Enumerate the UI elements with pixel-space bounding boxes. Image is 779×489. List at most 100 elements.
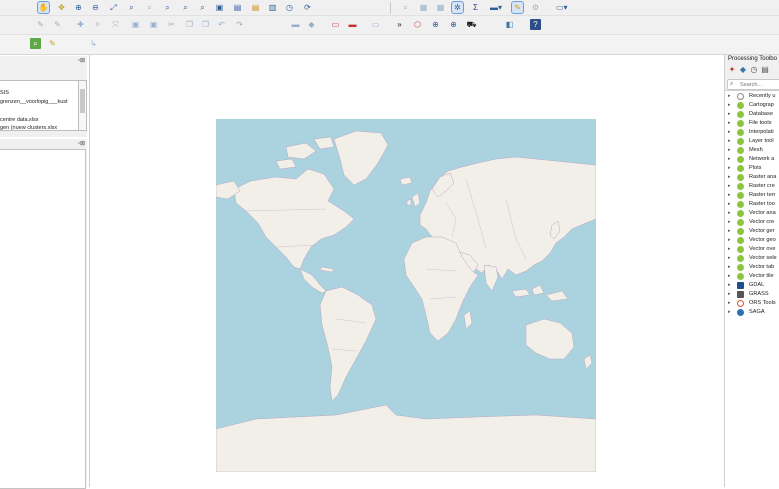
browser-file-list[interactable]: SIS grenzen__voorlopig___kust centre dat… bbox=[0, 80, 79, 131]
scrollbar-thumb[interactable] bbox=[80, 89, 85, 113]
world-basemap[interactable] bbox=[216, 119, 596, 472]
list-item[interactable]: grenzen__voorlopig___kust bbox=[0, 99, 68, 105]
label-change-icon[interactable]: ▬ bbox=[347, 19, 358, 30]
zoom-in-icon[interactable]: ⊕ bbox=[73, 2, 84, 13]
delete-selected-icon[interactable]: ▣ bbox=[130, 19, 141, 30]
add-feature-icon[interactable]: ✚ bbox=[75, 19, 86, 30]
expand-arrow-icon[interactable]: ▸ bbox=[728, 128, 731, 137]
layers-tree[interactable] bbox=[0, 149, 86, 489]
panel-float-close-icon[interactable]: ▫⊠ bbox=[78, 57, 85, 64]
processing-toolbox-gear-icon[interactable]: ✲ bbox=[451, 1, 464, 14]
scissors-icon[interactable]: ✂ bbox=[166, 19, 177, 30]
zoom-out-icon[interactable]: ⊖ bbox=[90, 2, 101, 13]
expand-arrow-icon[interactable]: ▸ bbox=[728, 200, 731, 209]
list-item[interactable]: SIS bbox=[0, 90, 9, 96]
temporal-controller-icon[interactable]: ◷ bbox=[284, 2, 295, 13]
move-feature-icon[interactable]: ⤧ bbox=[110, 19, 121, 30]
annotations-dropdown-icon[interactable]: ▭▾ bbox=[556, 2, 568, 13]
map-canvas[interactable] bbox=[89, 55, 725, 487]
expand-arrow-icon[interactable]: ▸ bbox=[728, 173, 731, 182]
expand-arrow-icon[interactable]: ▸ bbox=[728, 155, 731, 164]
open-attribute-table-icon[interactable]: ▦ bbox=[418, 2, 429, 13]
new-3d-view-icon[interactable]: ▤ bbox=[232, 2, 243, 13]
label-rotate-icon[interactable]: ▭ bbox=[370, 19, 381, 30]
bookmark-new-icon[interactable]: ▤ bbox=[250, 2, 261, 13]
pan-hand-icon[interactable]: ✋ bbox=[37, 1, 50, 14]
zoom-to-selection-icon[interactable]: ⌕ bbox=[126, 2, 137, 13]
zoom-last-icon[interactable]: ⌕ bbox=[180, 2, 191, 13]
results-viewer-icon[interactable]: ▤ bbox=[761, 66, 769, 74]
expand-arrow-icon[interactable]: ▸ bbox=[728, 263, 731, 272]
toolbar-overflow-icon[interactable]: » bbox=[394, 19, 405, 30]
browser-scrollbar[interactable] bbox=[78, 80, 87, 131]
copy-features-icon[interactable]: ❐ bbox=[184, 19, 195, 30]
save-edits-icon[interactable]: ✎ bbox=[52, 19, 63, 30]
expand-arrow-icon[interactable]: ▸ bbox=[728, 119, 731, 128]
label-pin-icon[interactable]: ◆ bbox=[306, 19, 317, 30]
expand-arrow-icon[interactable]: ▸ bbox=[728, 281, 731, 290]
zoom-next-icon[interactable]: ⌕ bbox=[197, 2, 208, 13]
zoom-native-icon[interactable]: ⌕ bbox=[162, 2, 173, 13]
cut-features-icon[interactable]: ▣ bbox=[148, 19, 159, 30]
vertex-tool-icon[interactable]: ✧ bbox=[92, 19, 103, 30]
pan-to-selection-icon[interactable]: ✥ bbox=[56, 2, 67, 13]
zoom-full-icon[interactable]: ⤢ bbox=[108, 2, 119, 13]
expand-arrow-icon[interactable]: ▸ bbox=[728, 191, 731, 200]
scripts-icon[interactable]: ◆ bbox=[739, 66, 747, 74]
plugin-brush-icon[interactable]: ✎ bbox=[47, 38, 58, 49]
toggle-editing-pencil-icon[interactable]: ✎ bbox=[35, 19, 46, 30]
search-input[interactable] bbox=[728, 80, 779, 89]
expand-arrow-icon[interactable]: ▸ bbox=[728, 110, 731, 119]
undo-icon[interactable]: ↶ bbox=[216, 19, 227, 30]
identify-icon[interactable]: ⌕ bbox=[400, 2, 411, 13]
history-clock-icon[interactable]: ◷ bbox=[750, 66, 758, 74]
search-globe-icon[interactable]: ⊕ bbox=[430, 19, 441, 30]
qgis-icon bbox=[737, 156, 744, 163]
statistics-sigma-icon[interactable]: Σ bbox=[470, 2, 481, 13]
expand-arrow-icon[interactable]: ▸ bbox=[728, 182, 731, 191]
models-icon[interactable]: ✦ bbox=[728, 66, 736, 74]
qgis-icon bbox=[737, 111, 744, 118]
expand-arrow-icon[interactable]: ▸ bbox=[728, 227, 731, 236]
search-globe-alt-icon[interactable]: ⊕ bbox=[448, 19, 459, 30]
expand-arrow-icon[interactable]: ▸ bbox=[728, 236, 731, 245]
expand-arrow-icon[interactable]: ▸ bbox=[728, 101, 731, 110]
expand-arrow-icon[interactable]: ▸ bbox=[728, 245, 731, 254]
label-highlight-icon[interactable]: ▭ bbox=[330, 19, 341, 30]
panel-float-close-icon[interactable]: ▫⊠ bbox=[78, 140, 85, 147]
expand-arrow-icon[interactable]: ▸ bbox=[728, 254, 731, 263]
expand-arrow-icon[interactable]: ▸ bbox=[728, 209, 731, 218]
expand-arrow-icon[interactable]: ▸ bbox=[728, 218, 731, 227]
python-console-icon[interactable]: ◧ bbox=[504, 19, 515, 30]
list-item[interactable]: gen (nuew clusters.xlsx bbox=[0, 125, 57, 130]
settings-gear-icon[interactable]: ⚙ bbox=[530, 2, 541, 13]
qgis-icon bbox=[737, 138, 744, 145]
list-item[interactable]: centre data.xlsx bbox=[0, 117, 39, 123]
expand-arrow-icon[interactable]: ▸ bbox=[728, 299, 731, 308]
new-map-view-icon[interactable]: ▣ bbox=[214, 2, 225, 13]
expand-arrow-icon[interactable]: ▸ bbox=[728, 290, 731, 299]
field-calculator-icon[interactable]: ▦ bbox=[435, 2, 446, 13]
refresh-icon[interactable]: ⟳ bbox=[302, 2, 313, 13]
expand-arrow-icon[interactable]: ▸ bbox=[728, 92, 731, 101]
expand-arrow-icon[interactable]: ▸ bbox=[728, 308, 731, 317]
expand-arrow-icon[interactable]: ▸ bbox=[728, 164, 731, 173]
toolbox-search-field[interactable]: ⌕ bbox=[727, 79, 779, 90]
map-tips-icon[interactable]: ✎ bbox=[511, 1, 524, 14]
qgis-icon bbox=[737, 246, 744, 253]
zoom-to-layer-icon[interactable]: ⌕ bbox=[144, 2, 155, 13]
expand-arrow-icon[interactable]: ▸ bbox=[728, 137, 731, 146]
vehicle-routing-icon[interactable]: ⛟ bbox=[466, 19, 477, 30]
quickmap-search-icon[interactable]: ⌕ bbox=[30, 38, 41, 49]
expand-arrow-icon[interactable]: ▸ bbox=[728, 146, 731, 155]
label-tool-icon[interactable]: ▬ bbox=[290, 19, 301, 30]
expand-arrow-icon[interactable]: ▸ bbox=[728, 272, 731, 281]
qgis-icon bbox=[737, 120, 744, 127]
help-icon[interactable]: ? bbox=[530, 19, 541, 30]
geometry-checker-icon[interactable]: ⬡ bbox=[412, 19, 423, 30]
measure-dropdown-icon[interactable]: ▬▾ bbox=[487, 2, 505, 13]
bookmarks-icon[interactable]: ▥ bbox=[267, 2, 278, 13]
redo-icon[interactable]: ↷ bbox=[234, 19, 245, 30]
plugin-arrow-icon[interactable]: ↳ bbox=[88, 38, 99, 49]
paste-features-icon[interactable]: ❐ bbox=[200, 19, 211, 30]
